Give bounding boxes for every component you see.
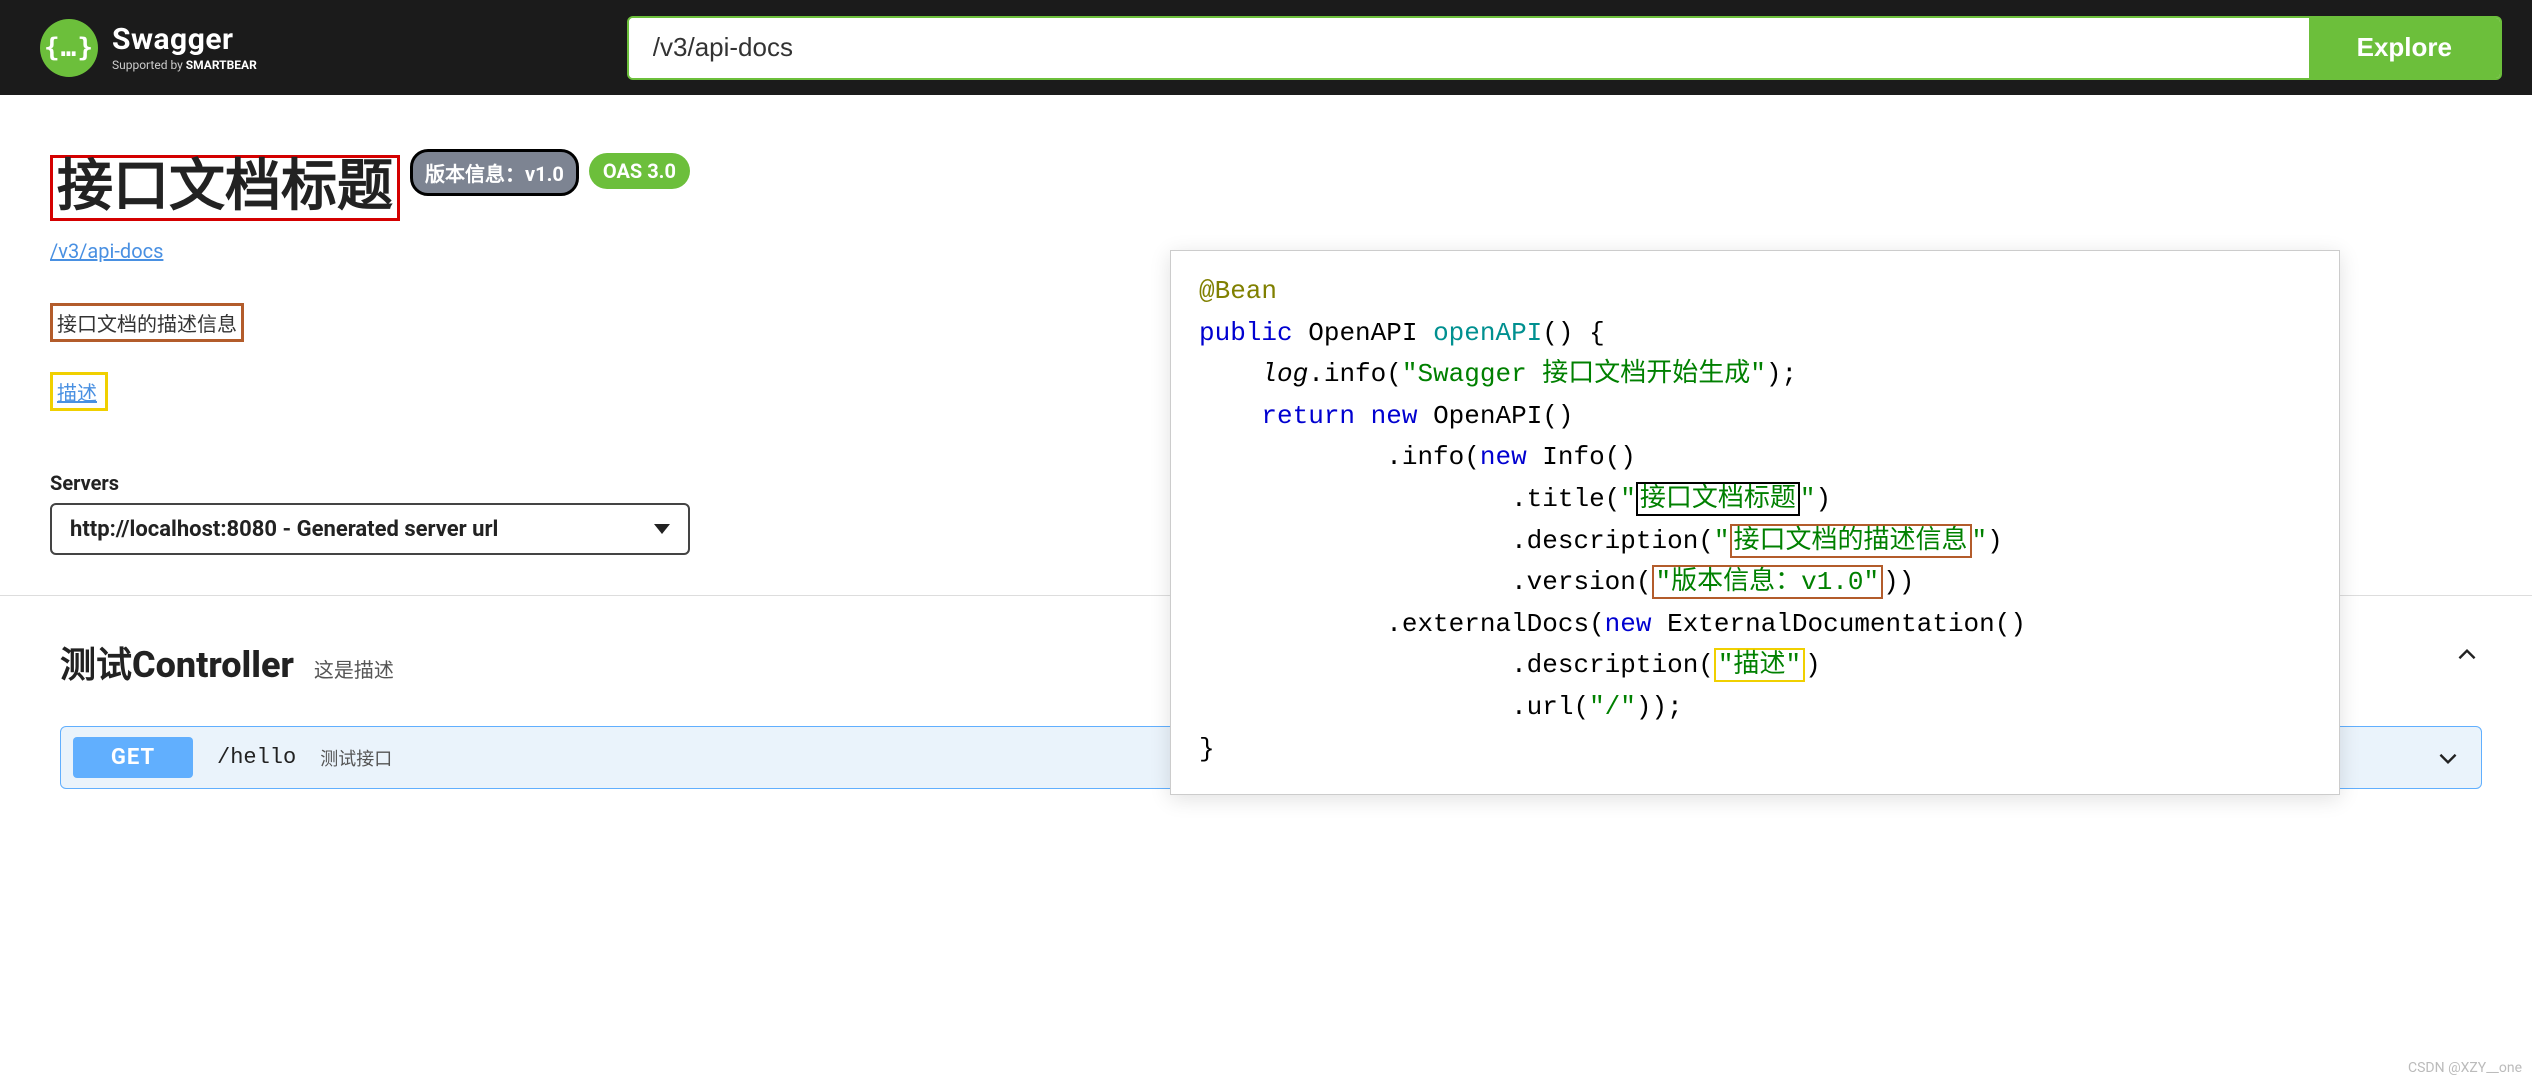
api-docs-link[interactable]: /v3/api-docs	[50, 239, 163, 263]
code-keyword: new	[1371, 401, 1418, 431]
topbar: {…} Swagger Supported by SMARTBEAR Explo…	[0, 0, 2532, 95]
code-keyword: return	[1261, 401, 1355, 431]
brand-logo: {…} Swagger Supported by SMARTBEAR	[40, 19, 257, 77]
code-fn: openAPI	[1433, 318, 1542, 348]
tag-name: 测试Controller	[60, 636, 294, 688]
code-annotation: @Bean	[1199, 276, 1277, 306]
version-badge: 版本信息：v1.0	[410, 149, 579, 196]
brand-name: Swagger	[112, 25, 257, 55]
server-select[interactable]: http://localhost:8080 - Generated server…	[50, 503, 690, 555]
code-string-boxed: "版本信息：v1.0"	[1656, 567, 1880, 597]
code-text: () {	[1542, 318, 1604, 348]
code-text: OpenAPI()	[1433, 401, 1573, 431]
code-text: .version(	[1511, 567, 1651, 597]
chevron-down-icon	[2433, 743, 2463, 773]
chevron-down-icon	[654, 524, 670, 534]
code-string: "	[1714, 526, 1730, 556]
code-text: .externalDocs(	[1386, 609, 1604, 639]
code-panel: @Bean public OpenAPI openAPI() { log.inf…	[1170, 250, 2340, 795]
code-string: "	[1972, 526, 1988, 556]
brand-text: Swagger Supported by SMARTBEAR	[112, 25, 257, 71]
explore-bar: Explore	[627, 16, 2502, 80]
code-string-boxed: 接口文档标题	[1640, 484, 1796, 514]
code-text: )	[1816, 484, 1832, 514]
brand-sub: Supported by SMARTBEAR	[112, 59, 257, 71]
operation-summary: 测试接口	[320, 745, 392, 771]
api-description: 接口文档的描述信息	[50, 303, 244, 342]
watermark: CSDN @XZY__one	[2408, 1060, 2522, 1076]
code-string-boxed: "描述"	[1718, 650, 1801, 680]
external-docs-link[interactable]: 描述	[50, 372, 108, 411]
chevron-up-icon	[2452, 640, 2482, 670]
code-var: log	[1261, 359, 1308, 389]
code-text: );	[1766, 359, 1797, 389]
code-keyword: new	[1605, 609, 1652, 639]
code-text: ExternalDocumentation()	[1667, 609, 2026, 639]
title-row: 接口文档标题 版本信息：v1.0 OAS 3.0	[50, 155, 2482, 221]
code-text: ));	[1636, 692, 1683, 722]
code-string: "	[1620, 484, 1636, 514]
code-text: .info(	[1308, 359, 1402, 389]
code-type: OpenAPI	[1308, 318, 1417, 348]
code-text: )	[1987, 526, 2003, 556]
api-title: 接口文档标题	[50, 155, 400, 221]
code-string: "/"	[1589, 692, 1636, 722]
explore-button[interactable]: Explore	[2309, 18, 2500, 78]
tag-description: 这是描述	[314, 654, 394, 683]
code-keyword: new	[1480, 442, 1527, 472]
server-selected-value: http://localhost:8080 - Generated server…	[70, 517, 498, 542]
code-text: .url(	[1511, 692, 1589, 722]
explore-input[interactable]	[629, 18, 2309, 78]
code-keyword: public	[1199, 318, 1293, 348]
code-text: Info()	[1542, 442, 1636, 472]
swagger-icon: {…}	[40, 19, 98, 77]
code-string: "Swagger 接口文档开始生成"	[1402, 359, 1766, 389]
code-text: .description(	[1511, 526, 1714, 556]
code-text: )	[1805, 650, 1821, 680]
http-method-badge: GET	[73, 737, 193, 778]
code-text: ))	[1883, 567, 1914, 597]
code-string: "	[1800, 484, 1816, 514]
code-text: .description(	[1511, 650, 1714, 680]
code-text: .info(	[1386, 442, 1480, 472]
code-string-boxed: 接口文档的描述信息	[1734, 526, 1968, 556]
oas-badge: OAS 3.0	[589, 153, 690, 189]
operation-path: /hello	[217, 745, 296, 770]
code-text: }	[1199, 734, 1215, 764]
code-text: .title(	[1511, 484, 1620, 514]
